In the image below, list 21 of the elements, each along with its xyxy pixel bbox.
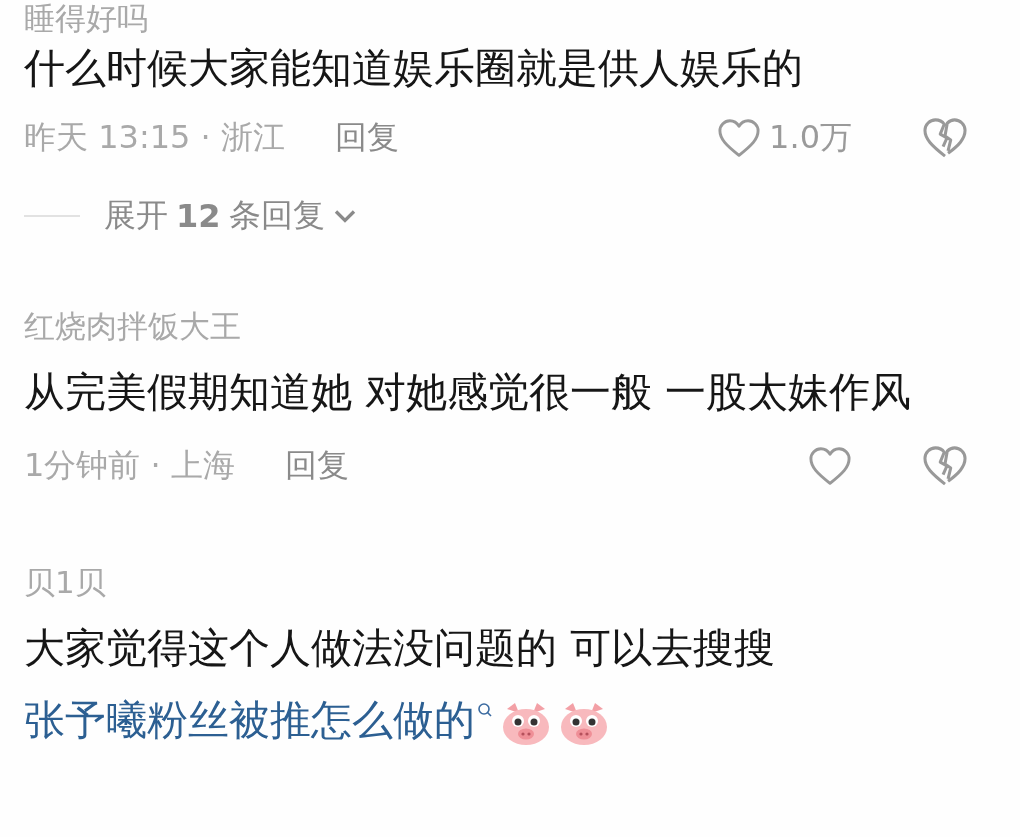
time-location: 昨天 13:15 · 浙江 — [24, 117, 285, 158]
like-button[interactable]: 1.0万 — [717, 116, 852, 160]
expand-replies-button[interactable]: 展开 12 条回复 — [104, 194, 357, 238]
heart-icon — [808, 446, 852, 486]
username[interactable]: 睡得好吗 — [24, 0, 968, 36]
heart-icon — [717, 118, 762, 158]
time-location: 1分钟前 · 上海 — [24, 445, 235, 486]
chevron-down-icon — [332, 208, 357, 224]
search-link[interactable]: 张予曦粉丝被推怎么做的 — [24, 696, 475, 744]
reply-button[interactable]: 回复 — [284, 444, 349, 488]
reply-button[interactable]: 回复 — [334, 116, 399, 160]
comment-text: 什么时候大家能知道娱乐圈就是供人娱乐的 — [24, 43, 804, 94]
broken-heart-icon[interactable] — [922, 445, 968, 487]
comment-text: 大家觉得这个人做法没问题的 可以去搜搜 张予曦粉丝被推怎么做的 — [24, 623, 777, 747]
broken-heart-icon[interactable] — [922, 117, 968, 159]
comment-text: 从完美假期知道她 对她感觉很一般 一股太妹作风 — [24, 367, 913, 418]
username[interactable]: 红烧肉拌饭大王 — [24, 296, 968, 356]
username[interactable]: 贝1贝 — [24, 552, 968, 612]
like-button[interactable] — [808, 446, 852, 486]
pig-emoji-icon — [501, 701, 551, 745]
pig-emoji-icon — [559, 701, 609, 745]
